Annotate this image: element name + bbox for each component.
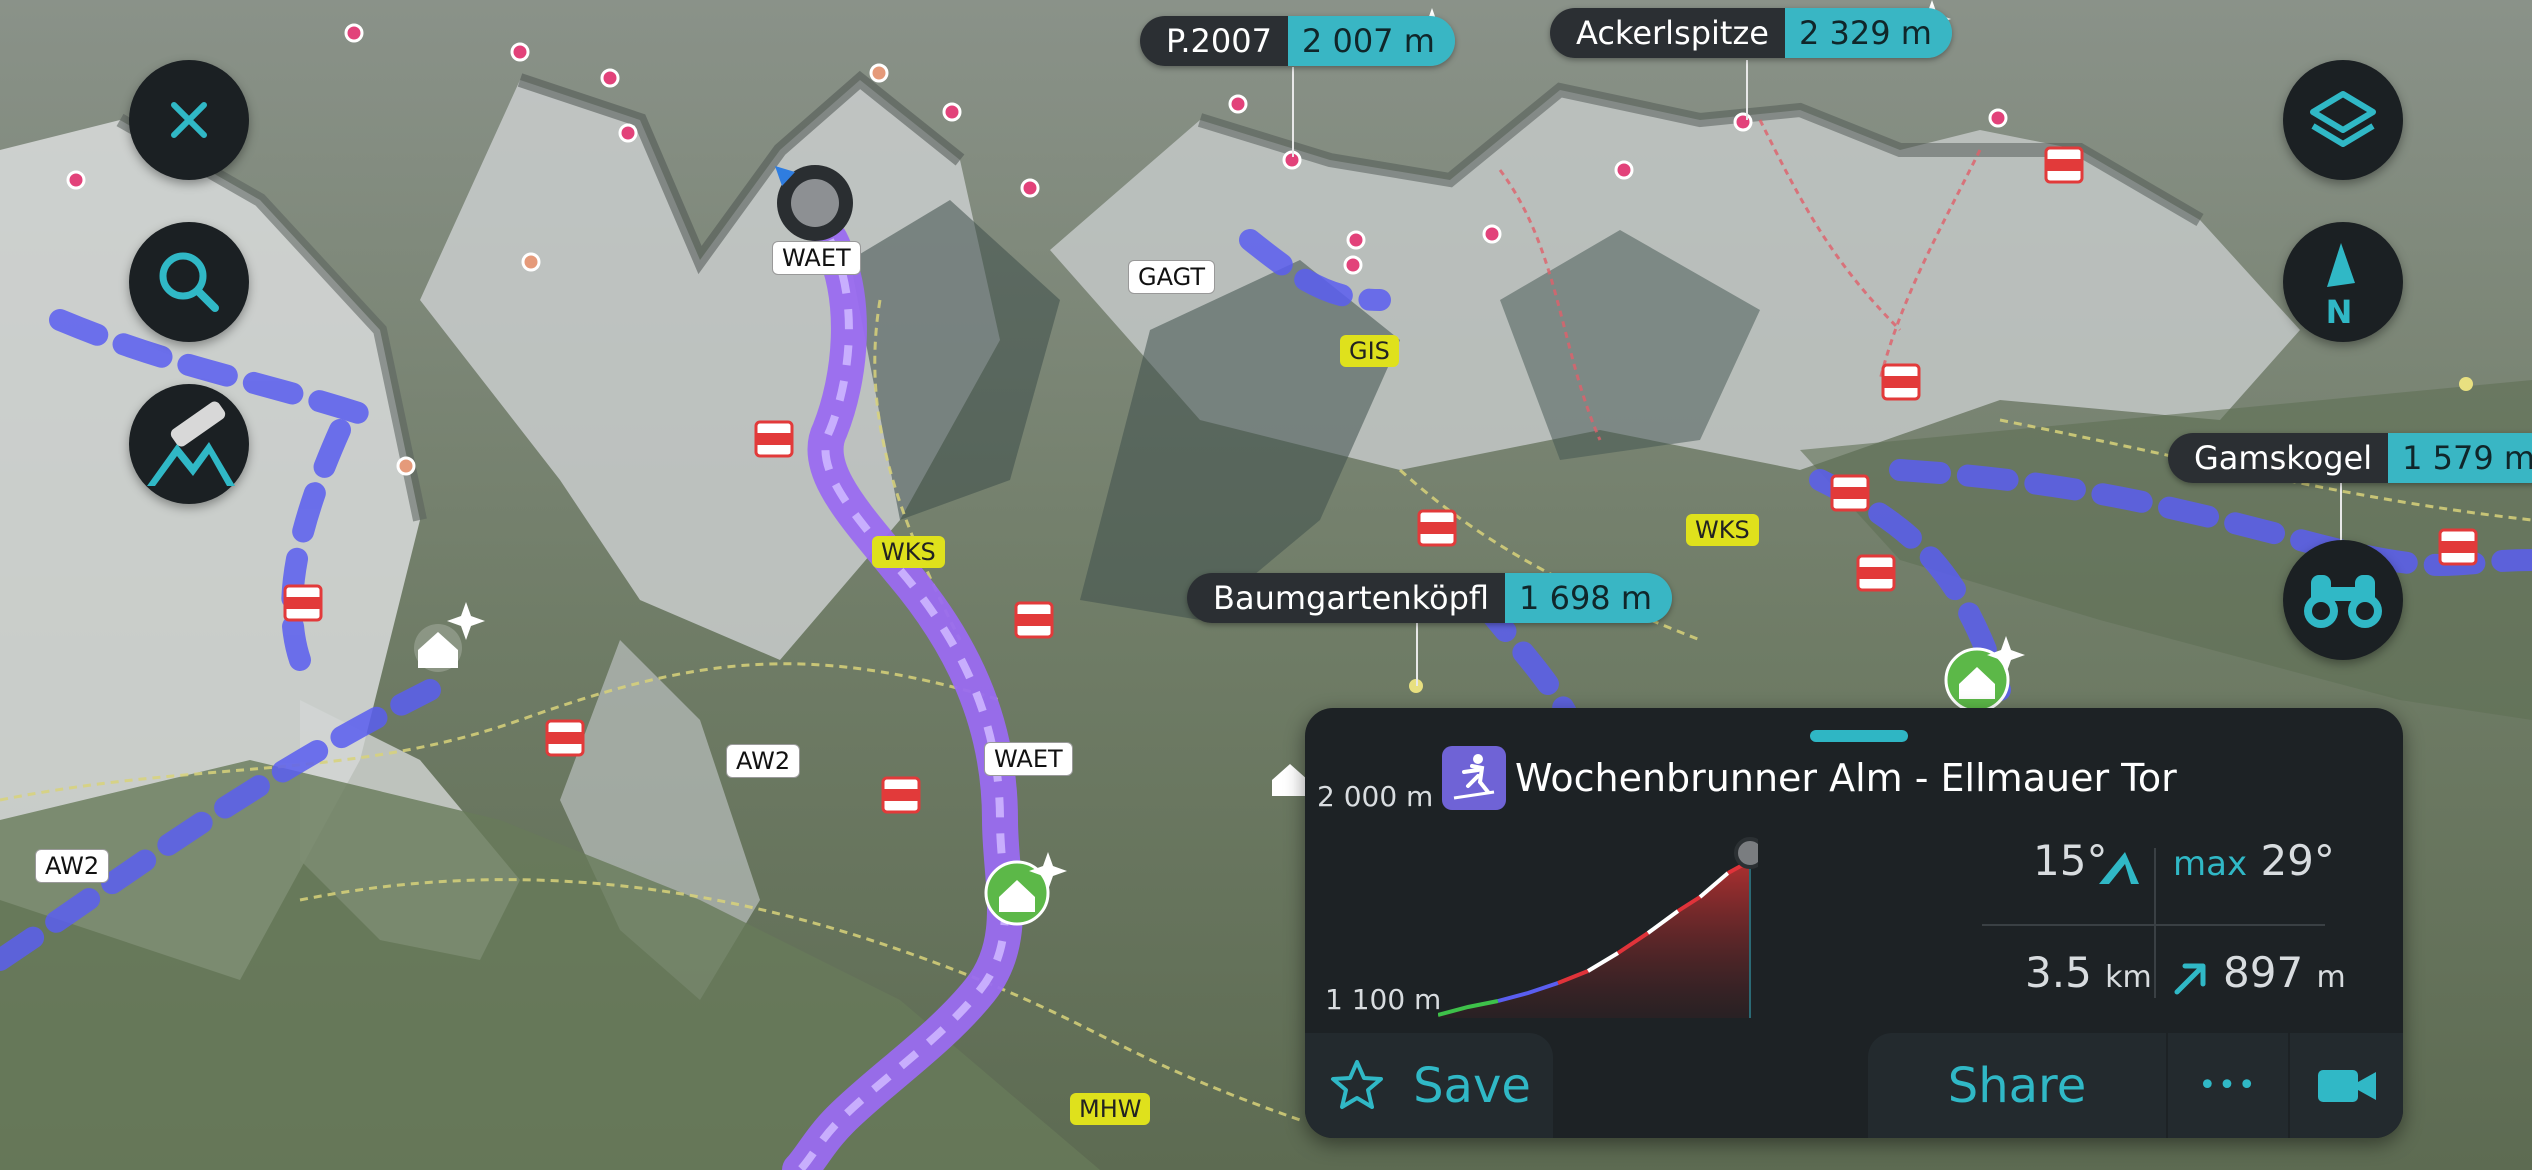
mountain-camera-icon bbox=[147, 401, 235, 486]
distance-stat: 3.5 km bbox=[2025, 948, 2152, 997]
route-panel[interactable]: Wochenbrunner Alm - Ellmauer Tor 2 000 m… bbox=[1305, 708, 2403, 1138]
close-button[interactable] bbox=[129, 60, 249, 180]
elevation-profile-chart[interactable] bbox=[1438, 793, 1758, 1018]
stats-divider bbox=[2154, 848, 2156, 998]
layers-button[interactable] bbox=[2283, 60, 2403, 180]
peak-stem bbox=[1416, 622, 1418, 686]
peak-elevation: 1 579 m bbox=[2388, 433, 2532, 483]
share-button[interactable]: Share bbox=[1868, 1033, 2166, 1138]
peak-name: Gamskogel bbox=[2168, 433, 2389, 483]
compass-label: N bbox=[2326, 293, 2353, 327]
mode-toggle-button[interactable] bbox=[129, 384, 249, 504]
peak-name: Ackerlspitze bbox=[1550, 8, 1785, 58]
close-icon bbox=[171, 102, 207, 138]
compass-button[interactable]: N bbox=[2283, 222, 2403, 342]
video-button[interactable] bbox=[2290, 1033, 2403, 1138]
search-button[interactable] bbox=[129, 222, 249, 342]
peak-elevation: 2 329 m bbox=[1784, 8, 1952, 58]
trail-tag[interactable]: MHW bbox=[1070, 1093, 1151, 1125]
video-camera-icon bbox=[2317, 1069, 2376, 1102]
save-button[interactable]: Save bbox=[1305, 1033, 1553, 1138]
trail-tag[interactable]: AW2 bbox=[35, 849, 110, 883]
peak-stem bbox=[2340, 482, 2342, 542]
distance-value: 3.5 bbox=[2025, 948, 2092, 997]
trail-tag[interactable]: AW2 bbox=[726, 744, 801, 778]
trail-tag[interactable]: WAET bbox=[984, 742, 1073, 776]
trail-tag[interactable]: GIS bbox=[1340, 335, 1399, 367]
peak-stem bbox=[1292, 67, 1294, 157]
ascent-unit: m bbox=[2316, 960, 2346, 995]
peak-label-gamskogel[interactable]: Gamskogel 1 579 m bbox=[2168, 433, 2532, 483]
peak-stem bbox=[1746, 60, 1748, 120]
ascent-value: 897 bbox=[2223, 948, 2304, 997]
more-button[interactable]: ••• bbox=[2168, 1033, 2288, 1138]
peak-elevation: 2 007 m bbox=[1287, 16, 1455, 66]
elevation-max-label: 2 000 m bbox=[1317, 780, 1434, 813]
star-icon bbox=[1331, 1059, 1384, 1109]
search-icon bbox=[159, 252, 219, 312]
peak-name: P.2007 bbox=[1140, 16, 1288, 66]
trail-tag[interactable]: WKS bbox=[1686, 514, 1759, 546]
ascent-stat: 897 m bbox=[2223, 948, 2346, 997]
trail-tag[interactable]: WAET bbox=[772, 241, 861, 275]
trail-tag[interactable]: GAGT bbox=[1128, 260, 1215, 294]
max-label: max bbox=[2173, 844, 2248, 884]
distance-unit: km bbox=[2105, 960, 2152, 995]
peak-elevation: 1 698 m bbox=[1505, 573, 1672, 623]
ascent-arrow-icon bbox=[2174, 963, 2206, 995]
peak-label-p2007[interactable]: P.2007 2 007 m bbox=[1140, 16, 1455, 66]
trail-tag[interactable]: WKS bbox=[872, 536, 945, 568]
max-slope: max 29° bbox=[2173, 836, 2335, 885]
peak-label-ackerlspitze[interactable]: Ackerlspitze 2 329 m bbox=[1550, 8, 1952, 58]
binoculars-icon bbox=[2304, 575, 2382, 628]
compass-icon: N bbox=[2326, 243, 2355, 327]
drag-handle[interactable] bbox=[1810, 730, 1908, 742]
binoculars-button[interactable] bbox=[2283, 540, 2403, 660]
share-label: Share bbox=[1947, 1057, 2087, 1114]
peak-name: Baumgartenköpfl bbox=[1187, 573, 1506, 623]
save-label: Save bbox=[1413, 1057, 1531, 1114]
elevation-min-label: 1 100 m bbox=[1325, 983, 1442, 1016]
slope-icon bbox=[2099, 852, 2139, 884]
peak-label-baumgartenkoepfl[interactable]: Baumgartenköpfl 1 698 m bbox=[1187, 573, 1672, 623]
more-label: ••• bbox=[2198, 1068, 2258, 1103]
max-slope-value: 29° bbox=[2260, 836, 2335, 885]
layers-icon bbox=[2310, 91, 2376, 147]
